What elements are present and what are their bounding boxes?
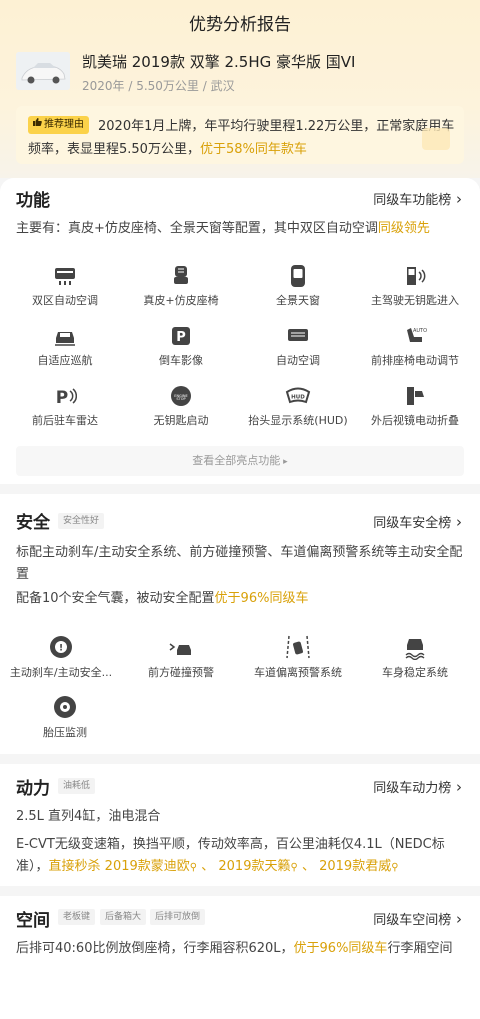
power-seat-icon: AUTO — [407, 328, 427, 342]
svg-text:AUTO: AUTO — [413, 328, 427, 334]
svg-text:STOP: STOP — [176, 397, 185, 401]
keyless-entry-icon — [407, 267, 426, 285]
feature-adaptive-cruise[interactable]: 自适应巡航 — [10, 324, 120, 368]
dual-zone-ac-icon — [55, 268, 75, 285]
feature-keyless-entry[interactable]: 主驾驶无钥匙进入 — [360, 264, 470, 308]
car-thumbnail[interactable] — [16, 52, 70, 90]
mirror-fold-icon — [407, 387, 424, 405]
safety-tag: 安全性好 — [58, 513, 105, 529]
space-tag: 老板键 — [58, 909, 96, 925]
view-all-features-button[interactable]: 查看全部亮点功能 — [16, 446, 464, 476]
function-section: 功能 同级车功能榜 主要有：真皮+仿皮座椅、全景天窗等配置，其中双区自动空调同级… — [0, 178, 480, 484]
feature-dual-zone-ac[interactable]: 双区自动空调 — [10, 264, 120, 308]
recommend-reason-box: 推荐理由 2020年1月上牌，年平均行驶里程1.22万公里，正常家庭用车频率，表… — [16, 106, 464, 164]
space-ranking-link[interactable]: 同级车空间榜 — [373, 909, 462, 928]
feature-hud[interactable]: HUD 抬头显示系统(HUD) — [243, 384, 353, 428]
hud-icon: HUD — [285, 387, 311, 404]
safety-line-2: 配备10个安全气囊，被动安全配置优于96%同级车 — [16, 591, 309, 606]
push-start-icon: ENGINESTOP — [171, 386, 191, 406]
page-title: 优势分析报告 — [189, 15, 291, 35]
active-brake-icon: ! — [50, 636, 72, 658]
space-tag: 后备箱大 — [100, 909, 147, 925]
space-title: 空间 — [16, 911, 50, 931]
safety-line-1: 标配主动刹车/主动安全系统、前方碰撞预警、车道偏离预警系统等主动安全配置 — [16, 545, 463, 582]
safety-lane-departure[interactable]: 车道偏离预警系统 — [243, 634, 353, 680]
power-title: 动力 — [16, 779, 50, 799]
thumbs-up-watermark-icon — [422, 128, 450, 150]
svg-text:!: ! — [59, 644, 63, 654]
feature-leather-seat[interactable]: 真皮+仿皮座椅 — [126, 264, 236, 308]
search-icon: ⚲ — [391, 862, 399, 873]
feature-reverse-camera[interactable]: P 倒车影像 — [126, 324, 236, 368]
recommend-text: 2020年1月上牌，年平均行驶里程1.22万公里，正常家庭用车频率，表显里程5.… — [28, 119, 455, 157]
svg-text:HUD: HUD — [291, 395, 305, 401]
compare-car-link[interactable]: 2019款君威⚲ — [319, 859, 398, 874]
leather-seat-icon — [174, 266, 188, 284]
car-meta: 2020年 / 5.50万公里 / 武汉 — [82, 79, 235, 93]
space-section: 空间 老板键 后备箱大 后排可放倒 同级车空间榜 后排可40:60比例放倒座椅，… — [0, 896, 480, 1019]
space-tag: 后排可放倒 — [150, 909, 206, 925]
svg-text:P: P — [176, 330, 186, 345]
power-section: 动力 油耗低 同级车动力榜 2.5L 直列4缸，油电混合 E-CVT无级变速箱，… — [0, 764, 480, 886]
feature-parking-radar[interactable]: P 前后驻车雷达 — [10, 384, 120, 428]
power-line-1: 2.5L 直列4缸，油电混合 — [16, 809, 161, 824]
compare-car-link[interactable]: 2019款蒙迪欧⚲ — [105, 859, 197, 874]
feature-power-seat[interactable]: AUTO 前排座椅电动调节 — [360, 324, 470, 368]
safety-tire-pressure[interactable]: 胎压监测 — [10, 694, 120, 740]
recommend-highlight: 优于58%同年款车 — [199, 142, 307, 157]
power-tag: 油耗低 — [58, 778, 96, 794]
feature-panoramic-sunroof[interactable]: 全景天窗 — [243, 264, 353, 308]
parking-radar-icon: P — [56, 388, 77, 408]
adaptive-cruise-icon — [55, 332, 75, 346]
power-line-2: E-CVT无级变速箱，换挡平顺，传动效率高，百公里油耗仅4.1L（NEDC标准）… — [16, 837, 445, 874]
collision-warning-icon — [169, 643, 191, 655]
safety-ranking-link[interactable]: 同级车安全榜 — [373, 512, 462, 531]
compare-car-link[interactable]: 2019款天籁⚲ — [218, 859, 297, 874]
auto-ac-icon — [288, 329, 308, 341]
function-title: 功能 — [16, 191, 50, 211]
function-summary: 主要有：真皮+仿皮座椅、全景天窗等配置，其中双区自动空调同级领先 — [16, 221, 430, 236]
search-icon: ⚲ — [290, 862, 298, 873]
safety-title: 安全 — [16, 513, 50, 533]
search-icon: ⚲ — [189, 862, 198, 873]
feature-auto-ac[interactable]: 自动空调 — [243, 324, 353, 368]
reverse-camera-icon: P — [172, 327, 190, 345]
feature-push-start[interactable]: ENGINE STOP 无钥匙启动 — [126, 384, 236, 428]
safety-section: 安全 安全性好 同级车安全榜 标配主动刹车/主动安全系统、前方碰撞预警、车道偏离… — [0, 494, 480, 754]
svg-text:P: P — [56, 388, 68, 408]
function-ranking-link[interactable]: 同级车功能榜 — [373, 189, 462, 208]
car-title: 凯美瑞 2019款 双擎 2.5HG 豪华版 国VI — [82, 53, 356, 71]
stability-control-icon — [405, 639, 425, 660]
power-ranking-link[interactable]: 同级车动力榜 — [373, 777, 462, 796]
feature-mirror-fold[interactable]: 外后视镜电动折叠 — [360, 384, 470, 428]
lane-departure-icon — [286, 635, 310, 659]
safety-collision-warning[interactable]: 前方碰撞预警 — [126, 634, 236, 680]
panoramic-sunroof-icon — [291, 265, 305, 287]
space-line: 后排可40:60比例放倒座椅，行李厢容积620L，优于96%同级车行李厢空间 — [16, 941, 453, 956]
safety-stability-control[interactable]: 车身稳定系统 — [360, 634, 470, 680]
safety-active-brake[interactable]: ! 主动刹车/主动安全... — [6, 634, 116, 680]
tire-pressure-icon — [54, 696, 76, 718]
